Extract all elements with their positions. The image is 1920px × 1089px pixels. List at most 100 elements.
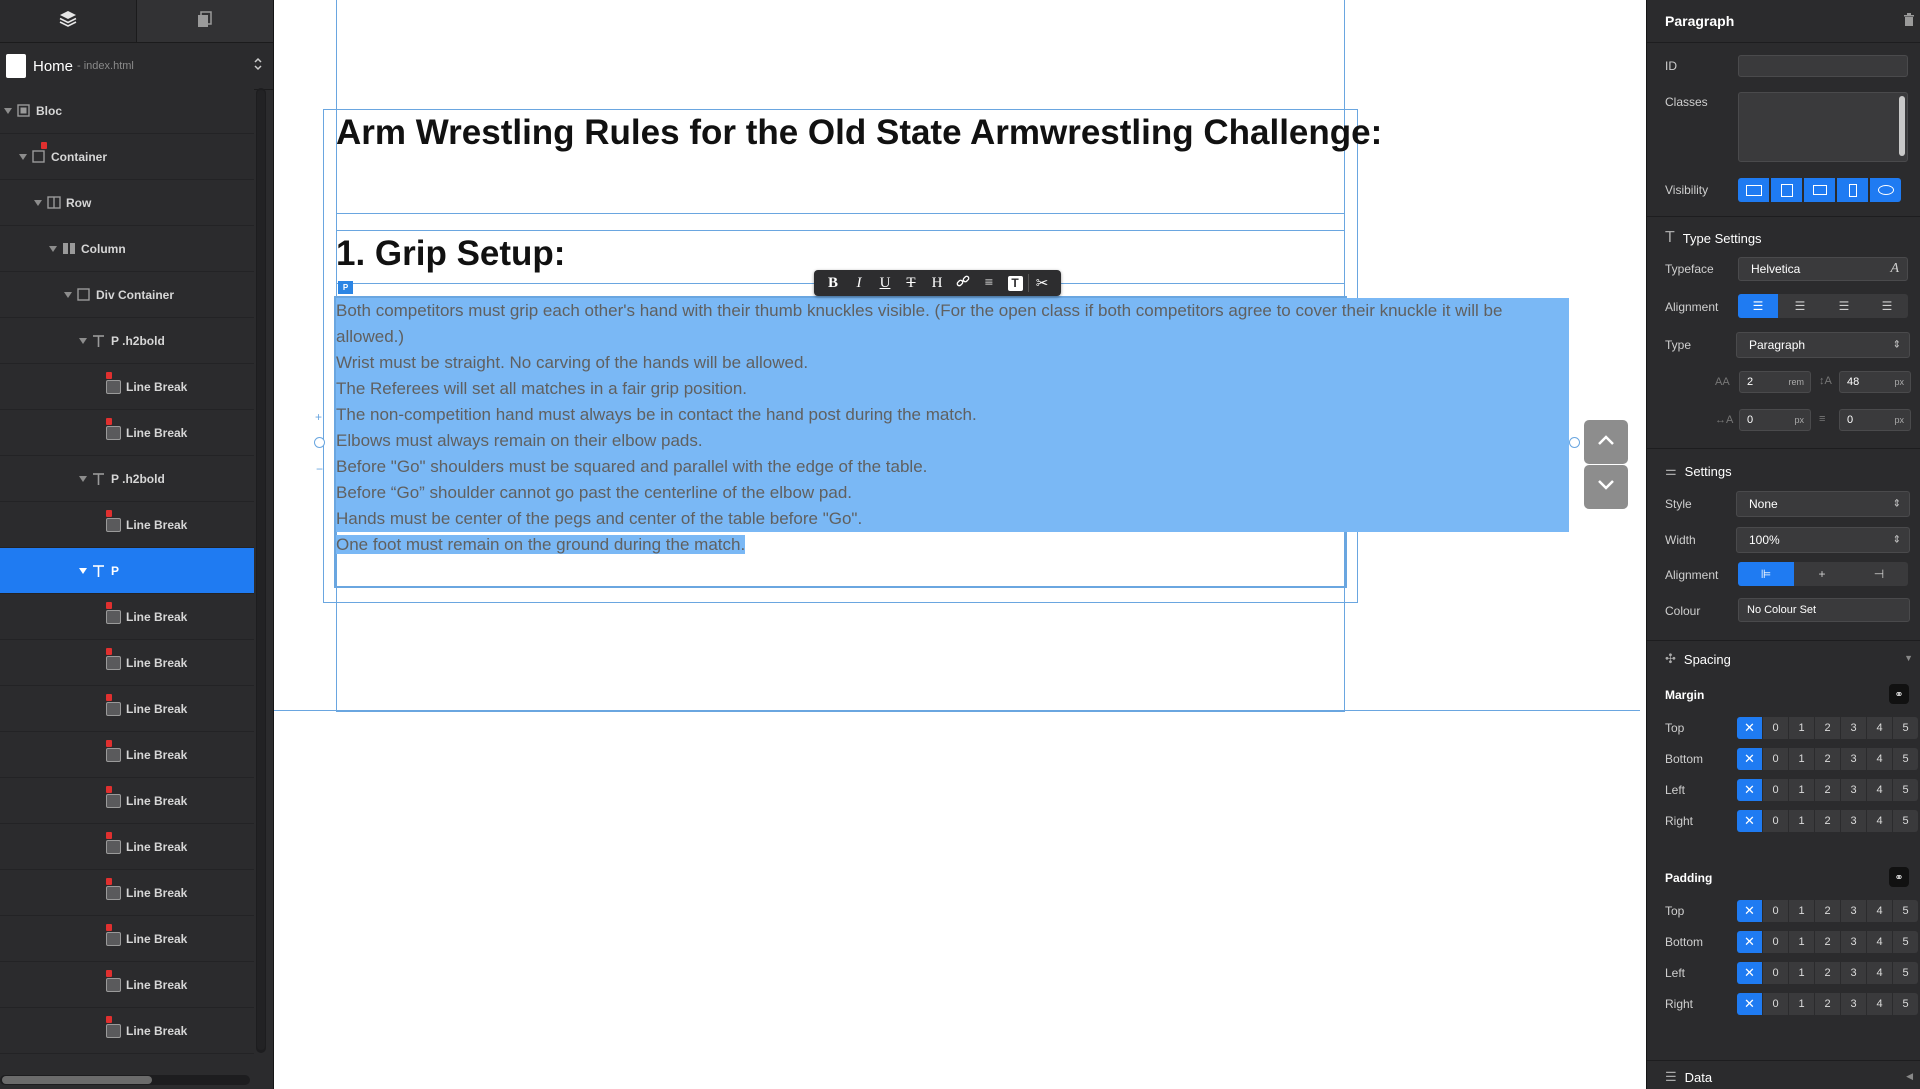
- underline-button[interactable]: U: [872, 272, 898, 294]
- layer-row[interactable]: Line Break: [0, 594, 254, 640]
- word-spacing-input[interactable]: 0 px: [1839, 409, 1911, 431]
- margin-value-button[interactable]: 2: [1815, 810, 1841, 832]
- left-resize-handle[interactable]: [314, 437, 325, 448]
- padding-value-button[interactable]: 3: [1841, 962, 1867, 984]
- padding-value-button[interactable]: 1: [1789, 900, 1815, 922]
- margin-value-button[interactable]: 1: [1789, 810, 1815, 832]
- typeface-select[interactable]: Helvetica A: [1738, 257, 1908, 281]
- clear-format-button[interactable]: ✂: [1029, 272, 1055, 294]
- margin-value-button[interactable]: 0: [1763, 748, 1789, 770]
- layer-row[interactable]: Line Break: [0, 870, 254, 916]
- padding-value-button[interactable]: 0: [1763, 993, 1789, 1015]
- add-below-icon[interactable]: −: [316, 462, 323, 476]
- margin-value-button[interactable]: 1: [1789, 779, 1815, 801]
- margin-value-button[interactable]: 3: [1841, 717, 1867, 739]
- design-canvas[interactable]: Arm Wrestling Rules for the Old State Ar…: [274, 0, 1646, 1089]
- clear-padding-button[interactable]: ✕: [1737, 993, 1763, 1015]
- list-button[interactable]: ≡: [976, 272, 1002, 294]
- tab-pages[interactable]: [136, 0, 273, 42]
- tree-vertical-scrollbar[interactable]: [256, 88, 266, 1053]
- tree-horizontal-scrollbar[interactable]: [0, 1075, 250, 1085]
- clear-margin-button[interactable]: ✕: [1737, 779, 1763, 801]
- margin-value-button[interactable]: 3: [1841, 810, 1867, 832]
- clear-margin-button[interactable]: ✕: [1737, 748, 1763, 770]
- margin-value-button[interactable]: 3: [1841, 748, 1867, 770]
- link-button[interactable]: [950, 272, 976, 294]
- align-center-toggle[interactable]: ☰: [1778, 294, 1822, 318]
- layer-row[interactable]: Line Break: [0, 686, 254, 732]
- padding-value-button[interactable]: 2: [1815, 962, 1841, 984]
- layer-row[interactable]: Line Break: [0, 778, 254, 824]
- margin-value-button[interactable]: 4: [1867, 779, 1893, 801]
- align-right-toggle[interactable]: ☰: [1822, 294, 1866, 318]
- padding-value-button[interactable]: 4: [1867, 931, 1893, 953]
- layer-row[interactable]: Line Break: [0, 364, 254, 410]
- tab-layers[interactable]: [0, 0, 136, 42]
- desktop-visibility-toggle[interactable]: [1771, 178, 1802, 202]
- margin-value-button[interactable]: 4: [1867, 748, 1893, 770]
- visible-eye-toggle[interactable]: [1870, 178, 1901, 202]
- margin-value-button[interactable]: 4: [1867, 810, 1893, 832]
- margin-value-button[interactable]: 2: [1815, 779, 1841, 801]
- padding-value-button[interactable]: 3: [1841, 993, 1867, 1015]
- id-input[interactable]: [1738, 55, 1908, 77]
- align-justify-toggle[interactable]: ☰: [1866, 294, 1908, 318]
- padding-value-button[interactable]: 3: [1841, 931, 1867, 953]
- margin-value-button[interactable]: 0: [1763, 717, 1789, 739]
- move-up-button[interactable]: [1584, 420, 1628, 464]
- padding-value-button[interactable]: 0: [1763, 962, 1789, 984]
- layer-row[interactable]: Line Break: [0, 410, 254, 456]
- disclosure-triangle-icon[interactable]: [4, 107, 12, 114]
- style-select[interactable]: None ⇕: [1736, 491, 1910, 517]
- clear-margin-button[interactable]: ✕: [1737, 810, 1763, 832]
- strikethrough-button[interactable]: T: [898, 272, 924, 294]
- block-align-left-toggle[interactable]: ⊫: [1738, 562, 1794, 586]
- block-align-right-toggle[interactable]: ⊣: [1850, 562, 1908, 586]
- bold-button[interactable]: B: [820, 272, 846, 294]
- disclosure-triangle-icon[interactable]: [79, 475, 87, 482]
- disclosure-triangle-icon[interactable]: [64, 291, 72, 298]
- padding-value-button[interactable]: 4: [1867, 993, 1893, 1015]
- width-select[interactable]: 100% ⇕: [1736, 527, 1910, 553]
- collapse-arrow-icon[interactable]: ▼: [1904, 653, 1913, 663]
- expand-arrow-icon[interactable]: ◀: [1906, 1071, 1913, 1082]
- padding-value-button[interactable]: 5: [1893, 931, 1918, 953]
- margin-value-button[interactable]: 3: [1841, 779, 1867, 801]
- margin-value-button[interactable]: 5: [1893, 779, 1918, 801]
- selected-paragraph[interactable]: Both competitors must grip each other's …: [336, 298, 1569, 558]
- text-style-button[interactable]: T: [1002, 272, 1028, 294]
- padding-value-button[interactable]: 4: [1867, 900, 1893, 922]
- disclosure-triangle-icon[interactable]: [49, 245, 57, 252]
- line-height-input[interactable]: 48 px: [1839, 371, 1911, 393]
- desktop-xl-visibility-toggle[interactable]: [1738, 178, 1769, 202]
- margin-value-button[interactable]: 5: [1893, 810, 1918, 832]
- layer-row[interactable]: Line Break: [0, 916, 254, 962]
- heading-grip-setup[interactable]: 1. Grip Setup:: [336, 234, 565, 274]
- padding-value-button[interactable]: 0: [1763, 931, 1789, 953]
- letter-spacing-input[interactable]: 0 px: [1739, 409, 1811, 431]
- layer-row[interactable]: P .h2bold: [0, 456, 254, 502]
- padding-value-button[interactable]: 2: [1815, 993, 1841, 1015]
- padding-value-button[interactable]: 2: [1815, 900, 1841, 922]
- padding-value-button[interactable]: 5: [1893, 900, 1918, 922]
- italic-button[interactable]: I: [846, 272, 872, 294]
- margin-value-button[interactable]: 0: [1763, 810, 1789, 832]
- phone-visibility-toggle[interactable]: [1837, 178, 1868, 202]
- block-align-center-toggle[interactable]: +: [1794, 562, 1850, 586]
- align-left-toggle[interactable]: ☰: [1738, 294, 1778, 318]
- layer-row[interactable]: Container: [0, 134, 254, 180]
- add-above-icon[interactable]: +: [315, 410, 322, 424]
- margin-value-button[interactable]: 1: [1789, 717, 1815, 739]
- layer-row[interactable]: Div Container: [0, 272, 254, 318]
- margin-value-button[interactable]: 4: [1867, 717, 1893, 739]
- layer-row[interactable]: Line Break: [0, 824, 254, 870]
- padding-value-button[interactable]: 1: [1789, 993, 1815, 1015]
- tablet-visibility-toggle[interactable]: [1804, 178, 1835, 202]
- disclosure-triangle-icon[interactable]: [79, 567, 87, 574]
- layer-row[interactable]: Bloc: [0, 88, 254, 134]
- colour-picker[interactable]: No Colour Set: [1738, 598, 1910, 622]
- layer-row[interactable]: P: [0, 548, 254, 594]
- padding-value-button[interactable]: 1: [1789, 962, 1815, 984]
- padding-value-button[interactable]: 0: [1763, 900, 1789, 922]
- trash-icon[interactable]: [1903, 12, 1915, 30]
